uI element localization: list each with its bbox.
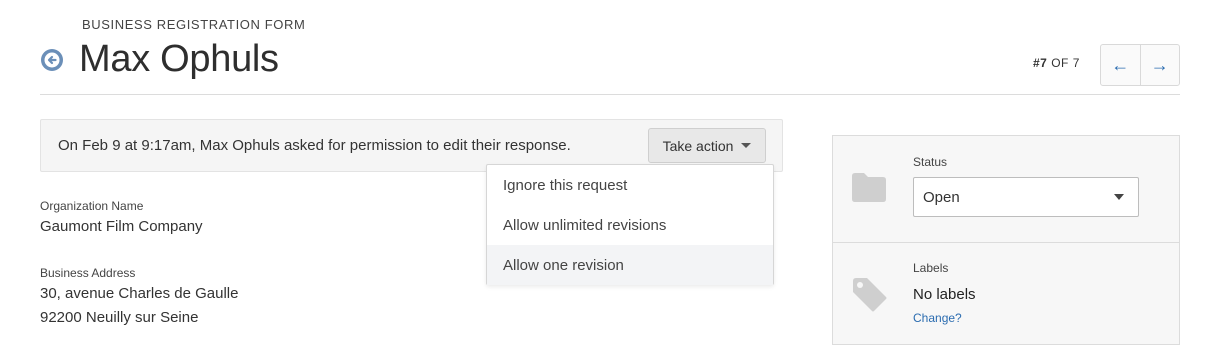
status-value: Open (923, 188, 960, 206)
page-title: Max Ophuls (79, 38, 279, 80)
take-action-label: Take action (662, 137, 734, 154)
menu-item-allow-unlimited[interactable]: Allow unlimited revisions (487, 205, 773, 245)
take-action-button[interactable]: Take action (648, 128, 766, 163)
notice-text: On Feb 9 at 9:17am, Max Ophuls asked for… (58, 137, 571, 154)
tag-icon (853, 278, 887, 312)
response-counter: #7 OF 7 (1033, 56, 1080, 70)
previous-button[interactable]: ← (1101, 45, 1140, 85)
menu-item-allow-one[interactable]: Allow one revision (487, 245, 773, 285)
side-panel: Status Open Labels No labels Change? (832, 135, 1180, 345)
counter-total: OF 7 (1051, 56, 1080, 70)
chevron-down-icon (741, 143, 752, 148)
labels-label: Labels (913, 261, 949, 275)
chevron-down-icon (1114, 194, 1124, 200)
address-label: Business Address (40, 266, 136, 280)
back-arrow-circle-icon[interactable] (40, 48, 64, 72)
address-line-1: 30, avenue Charles de Gaulle (40, 285, 239, 302)
counter-current: #7 (1033, 56, 1048, 70)
status-label: Status (913, 155, 948, 169)
take-action-menu: Ignore this request Allow unlimited revi… (486, 164, 774, 285)
change-labels-link[interactable]: Change? (913, 311, 962, 325)
menu-item-ignore-request[interactable]: Ignore this request (487, 165, 773, 205)
address-line-2: 92200 Neuilly sur Seine (40, 309, 199, 326)
folder-icon (852, 173, 886, 202)
header-divider (40, 94, 1180, 95)
status-select[interactable]: Open (913, 177, 1139, 217)
labels-value: No labels (913, 286, 976, 303)
panel-divider (833, 242, 1179, 243)
org-name-label: Organization Name (40, 199, 144, 213)
pager: ← → (1100, 44, 1180, 86)
form-name-eyebrow: BUSINESS REGISTRATION FORM (82, 17, 306, 32)
next-button[interactable]: → (1139, 45, 1180, 85)
org-name-value: Gaumont Film Company (40, 218, 203, 235)
